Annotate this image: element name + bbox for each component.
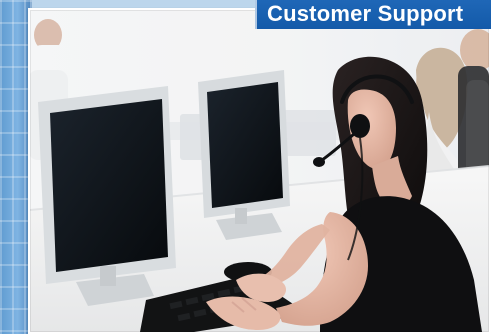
title-banner: Customer Support: [255, 0, 491, 29]
customer-support-hero: Customer Support: [0, 0, 491, 334]
page-title: Customer Support: [267, 1, 464, 26]
call-center-photo: [30, 10, 489, 332]
photo-frame: [28, 8, 491, 334]
